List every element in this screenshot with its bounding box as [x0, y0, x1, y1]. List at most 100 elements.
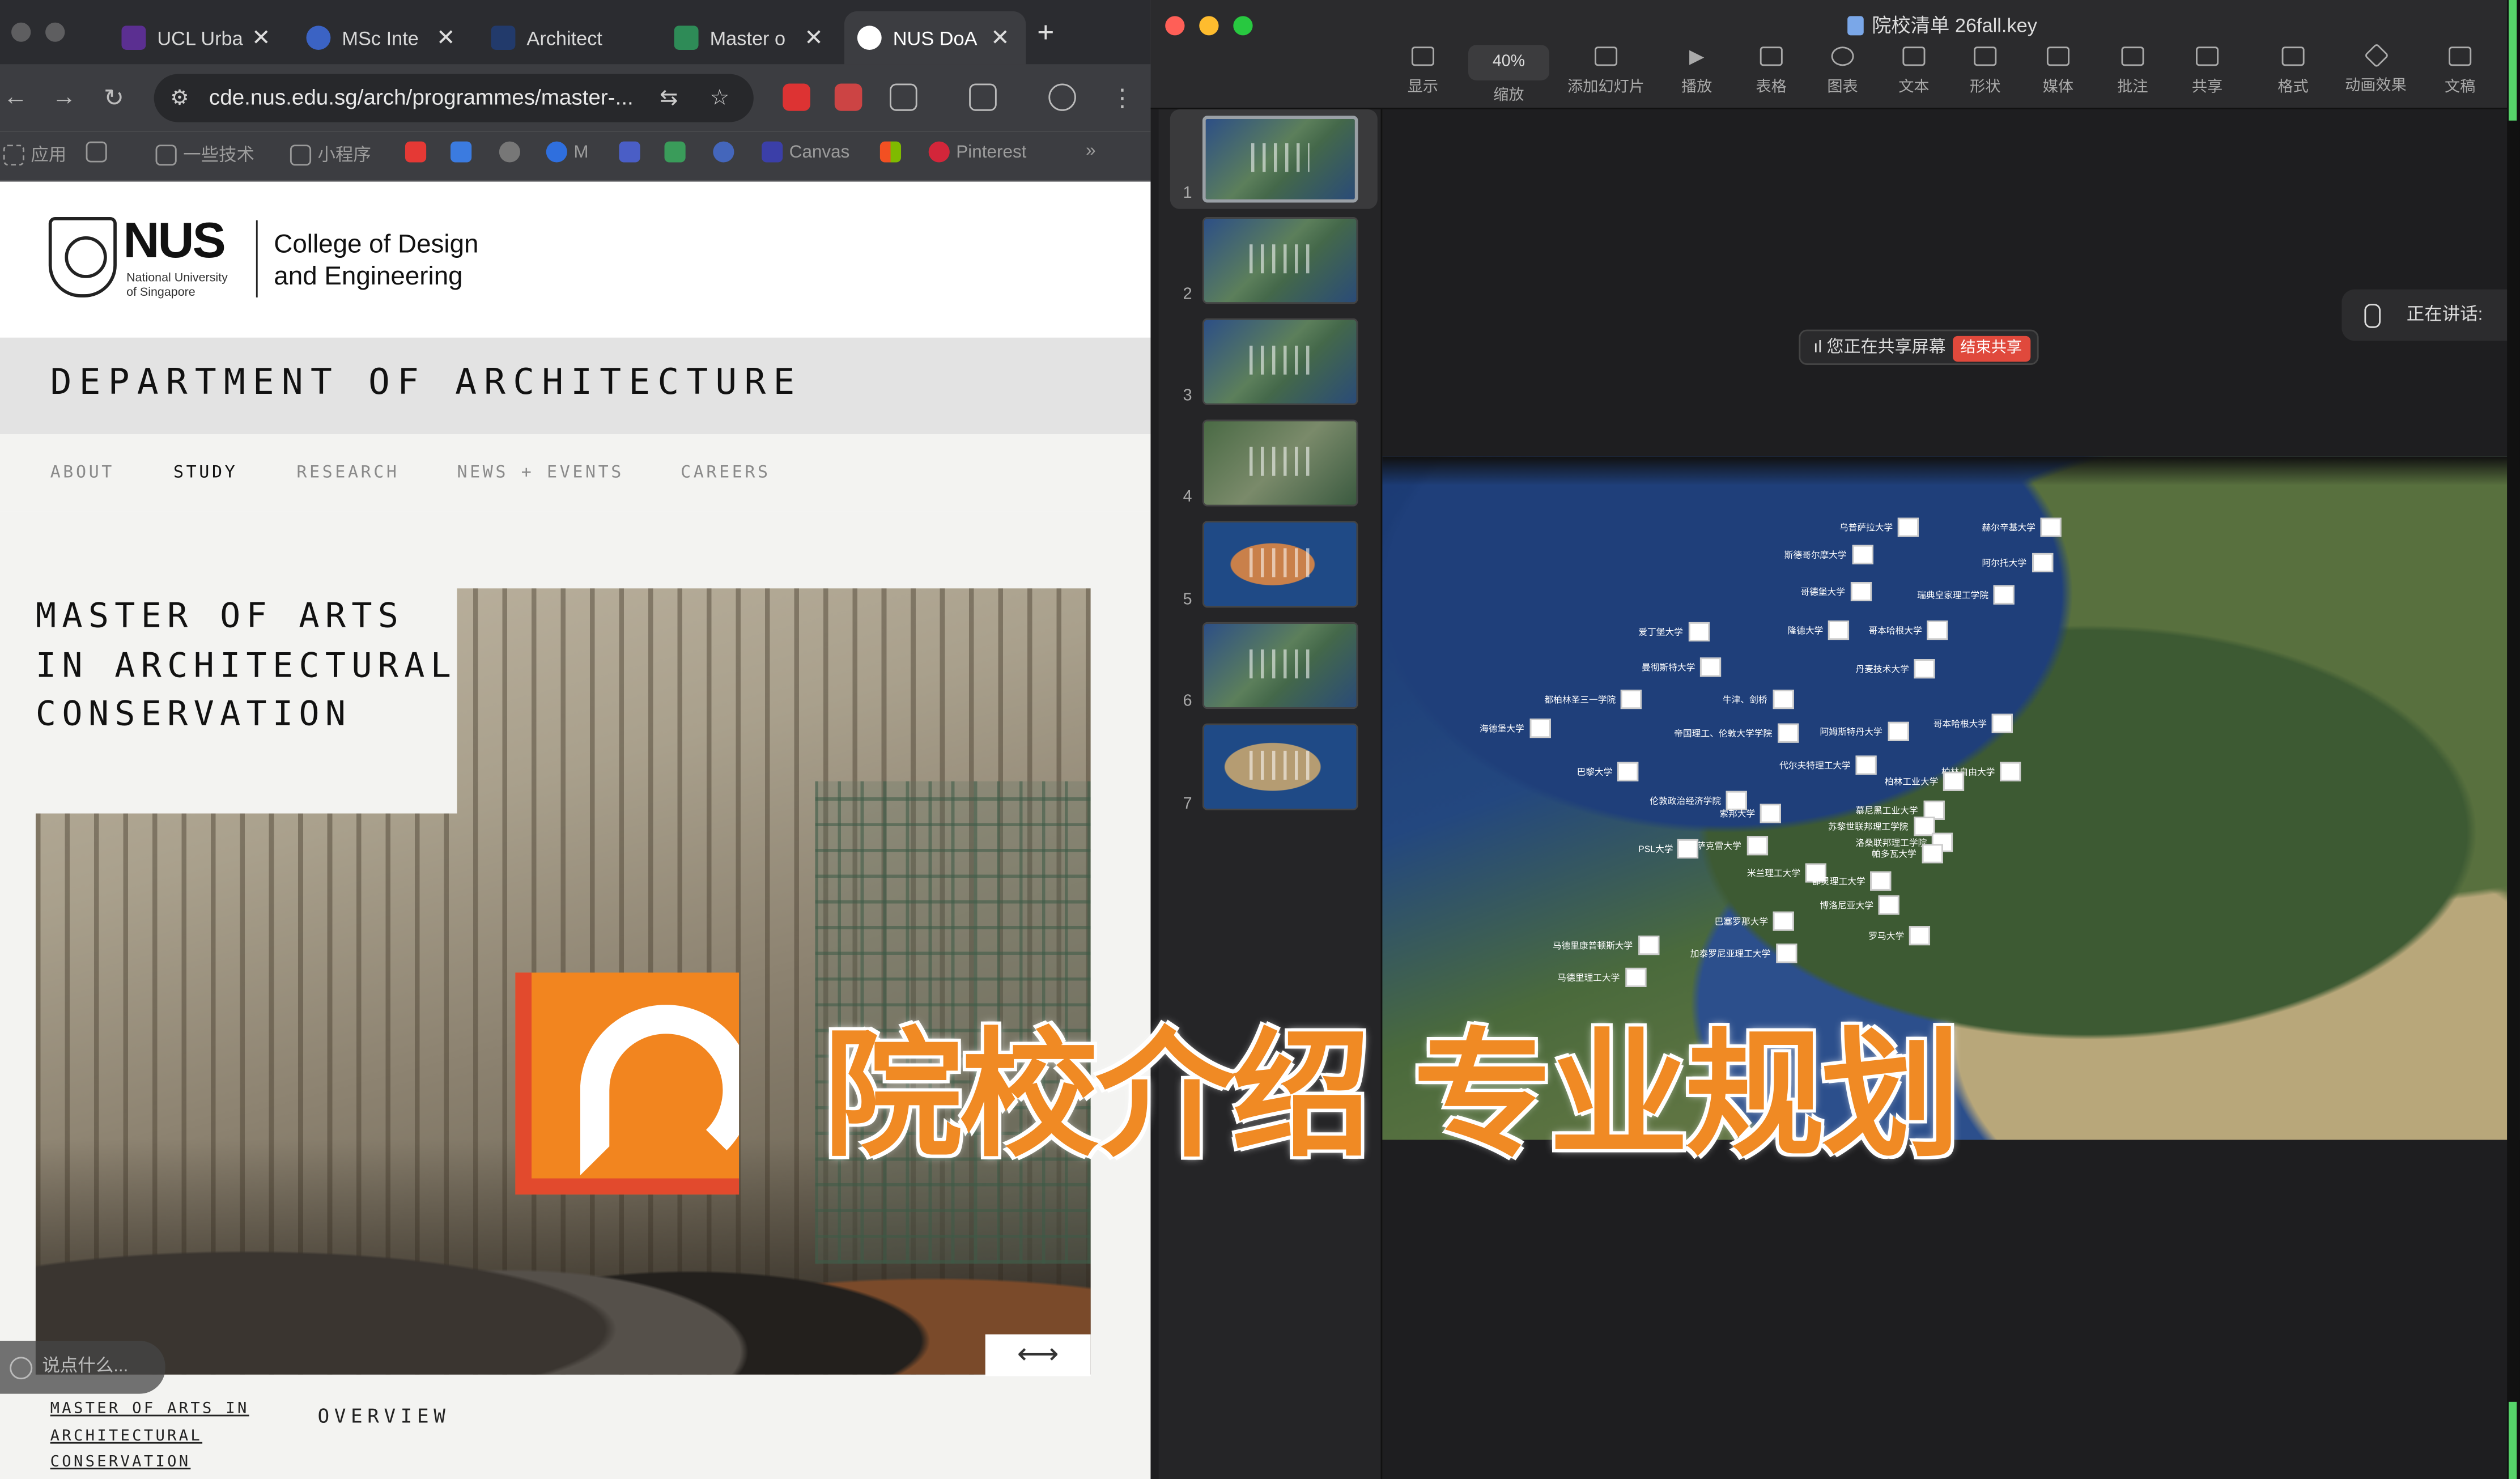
bookmark-folder-miniprogram[interactable]: 小程序	[290, 142, 371, 167]
slide-thumbnail[interactable]	[1202, 116, 1358, 203]
university-marker[interactable]: 曼彻斯特大学	[1642, 657, 1722, 677]
slide-thumbnail[interactable]	[1202, 622, 1358, 709]
university-marker[interactable]: 巴黎大学	[1577, 762, 1639, 781]
tab-label: Architect	[526, 26, 602, 49]
reload-icon[interactable]: ↻	[104, 84, 124, 112]
university-marker[interactable]: 马德里康普顿斯大学	[1553, 936, 1659, 955]
tab-msc[interactable]: MSc Inte ✕	[294, 11, 472, 65]
university-marker[interactable]: 哥本哈根大学	[1933, 713, 2013, 733]
slide-thumbnail[interactable]	[1202, 216, 1358, 304]
university-marker[interactable]: 巴塞罗那大学	[1715, 911, 1794, 931]
bookmark-canvas[interactable]: Canvas	[762, 141, 849, 163]
toolbar-animate-button[interactable]: 动画效果	[2327, 42, 2425, 95]
menu-item-research[interactable]: RESEARCH	[296, 463, 399, 482]
tab-nus-doa[interactable]: NUS DoA ✕	[844, 11, 1026, 65]
bookmark-m[interactable]: M	[546, 141, 589, 163]
close-tab-icon[interactable]: ✕	[804, 24, 823, 52]
university-marker[interactable]: 牛津、剑桥	[1723, 690, 1794, 709]
msc-favicon-icon	[306, 26, 331, 50]
bookmark-apps[interactable]: 应用	[3, 142, 67, 167]
site-settings-icon[interactable]: ⚙	[170, 74, 189, 122]
university-marker[interactable]: 斯德哥尔摩大学	[1784, 545, 1873, 564]
close-window-icon[interactable]	[1165, 16, 1185, 36]
bookmark-grid[interactable]	[86, 141, 107, 163]
university-marker[interactable]: 隆德大学	[1787, 620, 1850, 640]
slide-thumbnail[interactable]	[1202, 318, 1358, 405]
close-tab-icon[interactable]: ✕	[991, 24, 1010, 52]
university-marker[interactable]: 都柏林圣三一学院	[1544, 690, 1642, 709]
university-marker[interactable]: 阿尔托大学	[1982, 552, 2052, 572]
university-marker[interactable]: 博洛尼亚大学	[1820, 895, 1899, 915]
university-marker[interactable]: 帕多瓦大学	[1872, 844, 1943, 864]
minimize-window-icon[interactable]	[11, 22, 31, 42]
university-marker[interactable]: 丹麦技术大学	[1855, 659, 1935, 679]
toolbar-share-button[interactable]: 共享	[2158, 46, 2256, 96]
bookmark-star-icon[interactable]: ☆	[710, 74, 730, 122]
menu-item-study[interactable]: STUDY	[173, 463, 237, 482]
bookmark-app[interactable]	[619, 141, 640, 163]
zoom-select[interactable]: 40%	[1468, 45, 1549, 80]
bookmark-microsoft[interactable]	[879, 141, 902, 163]
tab-master[interactable]: Master o ✕	[661, 11, 840, 65]
cast-icon[interactable]	[969, 83, 997, 111]
university-marker[interactable]: 哥德堡大学	[1800, 581, 1871, 602]
zoom-window-icon[interactable]	[45, 22, 65, 42]
address-bar[interactable]: ⚙ cde.nus.edu.sg/arch/programmes/master-…	[154, 74, 754, 122]
extension-icon[interactable]	[783, 83, 810, 111]
new-tab-button[interactable]: +	[1037, 16, 1054, 50]
university-marker[interactable]: 都灵理工大学	[1812, 871, 1892, 891]
slide-thumbnail[interactable]	[1202, 723, 1358, 810]
toolbar-add-slide-button[interactable]: 添加幻灯片	[1557, 46, 1655, 96]
more-menu-icon[interactable]: ⋮	[1110, 84, 1134, 112]
extension-icon[interactable]	[834, 83, 862, 111]
tab-ucl[interactable]: UCL Urba ✕	[109, 11, 287, 65]
university-marker[interactable]: 索邦大学	[1719, 804, 1781, 823]
bookmarks-overflow-icon[interactable]: »	[1086, 142, 1096, 161]
university-marker[interactable]: 马德里理工大学	[1557, 967, 1646, 987]
university-marker[interactable]: 加泰罗尼亚理工大学	[1690, 944, 1797, 963]
university-marker[interactable]: 爱丁堡大学	[1638, 622, 1709, 641]
translate-icon[interactable]: ⇆	[660, 74, 678, 122]
zoom-window-icon[interactable]	[1233, 16, 1253, 36]
extensions-puzzle-icon[interactable]	[890, 83, 917, 111]
close-tab-icon[interactable]: ✕	[252, 24, 271, 52]
department-title[interactable]: DEPARTMENT OF ARCHITECTURE	[50, 363, 802, 403]
slide-thumbnail[interactable]	[1202, 419, 1358, 507]
university-marker[interactable]: 阿姆斯特丹大学	[1820, 721, 1909, 741]
toolbar-view-button[interactable]: 显示	[1374, 46, 1472, 96]
university-marker[interactable]: 代尔夫特理工大学	[1779, 755, 1877, 775]
university-marker[interactable]: 瑞典皇家理工学院	[1917, 585, 2015, 605]
forward-icon[interactable]: →	[52, 84, 77, 111]
tab-architecture[interactable]: Architect	[478, 11, 657, 65]
nus-logo[interactable]: NUS National University of Singapore Col…	[48, 215, 478, 299]
university-marker[interactable]: 哥本哈根大学	[1868, 620, 1948, 640]
university-marker[interactable]: 海德堡大学	[1480, 719, 1550, 738]
bookmark-play[interactable]	[664, 141, 686, 163]
university-marker[interactable]: 帝国理工、伦敦大学学院	[1674, 723, 1798, 743]
toolbar-label: 缩放	[1493, 87, 1524, 105]
university-marker[interactable]: 罗马大学	[1868, 926, 1931, 946]
bookmark-site[interactable]	[713, 141, 734, 163]
university-marker[interactable]: PSL大学	[1638, 839, 1699, 858]
slide-thumbnail[interactable]	[1202, 521, 1358, 608]
minimize-window-icon[interactable]	[1199, 16, 1219, 36]
close-tab-icon[interactable]: ✕	[436, 24, 456, 52]
toolbar-document-button[interactable]: 文稿	[2411, 46, 2509, 96]
bookmark-folder-tech[interactable]: 一些技术	[155, 142, 254, 167]
menu-item-news-events[interactable]: NEWS + EVENTS	[457, 463, 624, 482]
end-share-button[interactable]: 结束共享	[1952, 335, 2030, 362]
bookmark-globe[interactable]	[499, 141, 520, 163]
bookmark-pinterest[interactable]: Pinterest	[928, 141, 1026, 163]
menu-item-careers[interactable]: CAREERS	[681, 463, 771, 482]
programme-side-link[interactable]: MASTER OF ARTS IN ARCHITECTURAL CONSERVA…	[50, 1397, 261, 1476]
bookmark-calendar[interactable]	[451, 141, 472, 163]
university-marker[interactable]: 赫尔辛基大学	[1982, 517, 2062, 537]
menu-item-about[interactable]: ABOUT	[50, 463, 114, 482]
university-marker[interactable]: 柏林工业大学	[1885, 771, 1965, 791]
back-icon[interactable]: ←	[3, 84, 28, 111]
chat-input[interactable]: 说点什么...	[0, 1341, 165, 1394]
bookmark-youtube[interactable]	[405, 141, 427, 163]
profile-icon[interactable]	[1048, 83, 1076, 111]
university-marker[interactable]: 乌普萨拉大学	[1839, 517, 1919, 537]
carousel-arrow-button[interactable]: ⟷	[985, 1334, 1091, 1376]
